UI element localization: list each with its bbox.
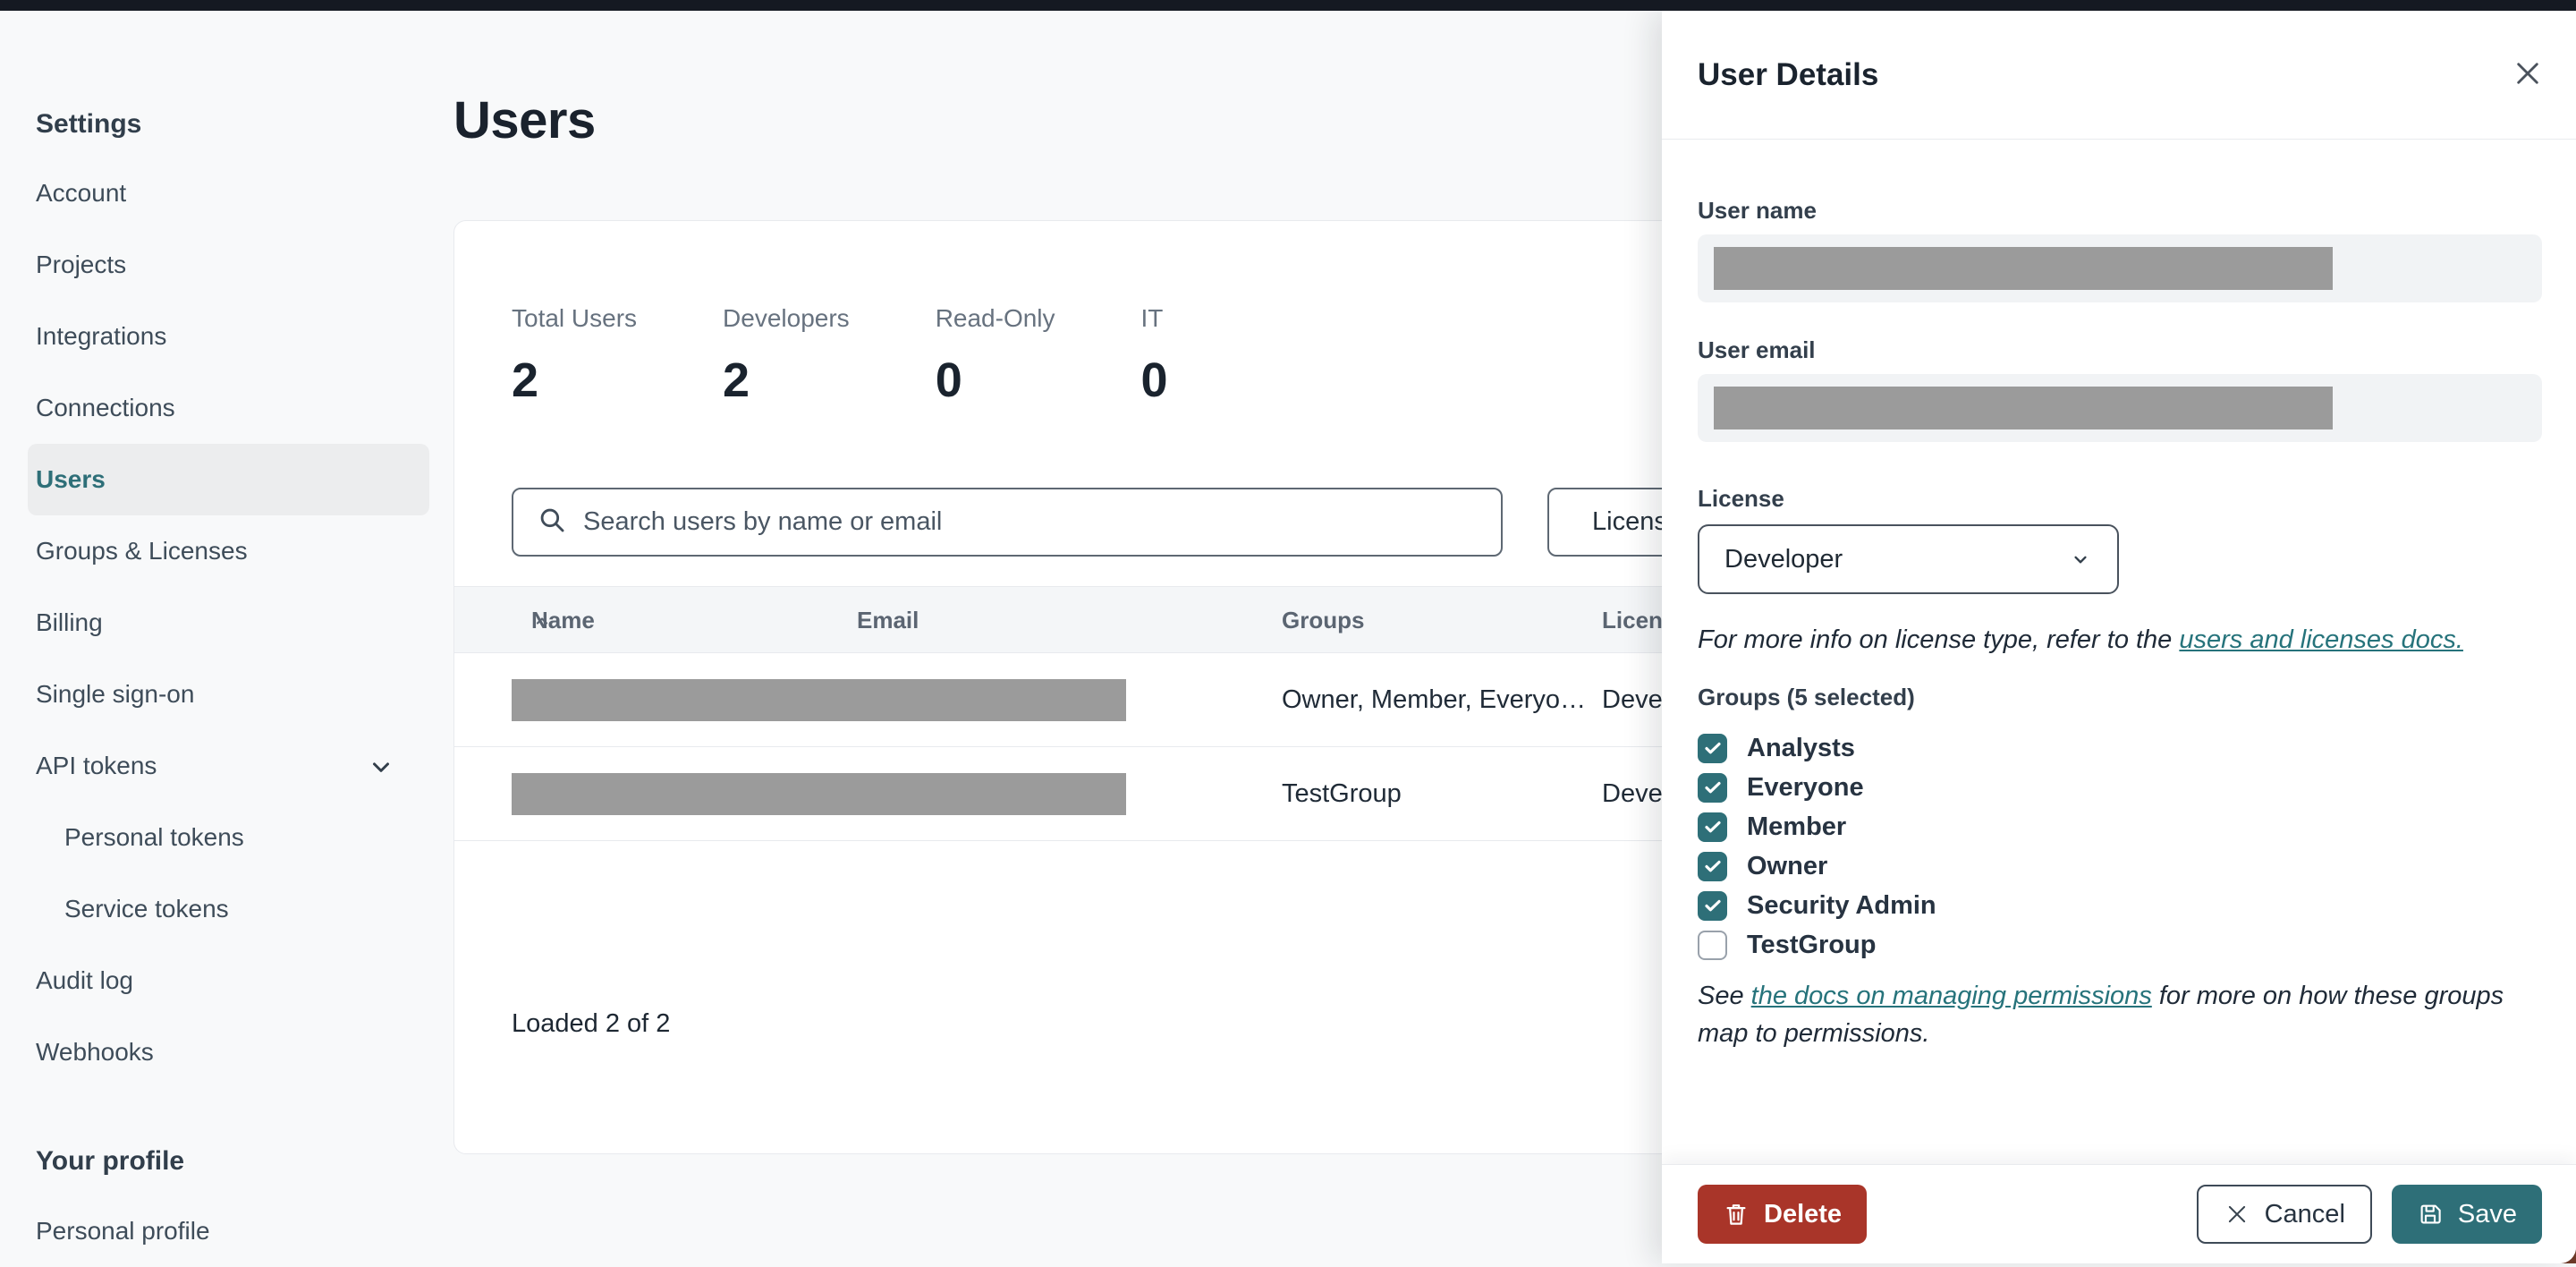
checkbox[interactable] <box>1698 890 1727 921</box>
panel-header: User Details <box>1662 11 2576 140</box>
group-option-member[interactable]: Member <box>1698 807 2542 846</box>
note-text: See <box>1698 982 1751 1010</box>
load-status: Loaded 2 of 2 <box>512 1009 671 1038</box>
sidebar-item-groups-licenses[interactable]: Groups & Licenses <box>28 515 429 587</box>
group-option-everyone[interactable]: Everyone <box>1698 768 2542 807</box>
sidebar-item-audit-log[interactable]: Audit log <box>28 945 429 1016</box>
managing-permissions-docs-link[interactable]: the docs on managing permissions <box>1751 982 2152 1010</box>
cell-groups: TestGroup <box>1282 779 1402 808</box>
redacted-value <box>1714 387 2333 429</box>
group-option-label: Owner <box>1747 851 1828 880</box>
group-option-testgroup[interactable]: TestGroup <box>1698 925 2542 965</box>
user-name-label: User name <box>1698 197 1817 224</box>
stat-value: 0 <box>1140 353 1168 407</box>
redacted-name-email <box>512 773 1126 815</box>
group-option-owner[interactable]: Owner <box>1698 846 2542 886</box>
sidebar-item-integrations[interactable]: Integrations <box>28 301 429 372</box>
checkbox[interactable] <box>1698 733 1727 763</box>
close-icon <box>2228 1205 2245 1223</box>
sidebar-item-account[interactable]: Account <box>28 157 429 229</box>
user-name-input[interactable] <box>1698 234 2542 302</box>
search-users-field[interactable] <box>583 489 1501 555</box>
stat-label: Read-Only <box>935 304 1055 332</box>
group-option-label: Member <box>1747 812 1847 841</box>
stat-total-users: Total Users 2 <box>512 303 637 405</box>
group-option-label: Everyone <box>1747 772 1864 802</box>
column-label: Name <box>531 607 595 634</box>
stat-read-only: Read-Only 0 <box>936 303 1055 405</box>
stat-label: Developers <box>723 304 850 332</box>
group-option-label: Security Admin <box>1747 890 1936 920</box>
search-users-input[interactable] <box>512 488 1503 557</box>
checkbox[interactable] <box>1698 812 1727 842</box>
user-details-panel: User Details User name User email Licens… <box>1662 11 2576 1263</box>
panel-title: User Details <box>1698 56 1879 92</box>
sidebar-item-connections[interactable]: Connections <box>28 372 429 444</box>
sidebar-item-webhooks[interactable]: Webhooks <box>28 1016 429 1088</box>
license-note: For more info on license type, refer to … <box>1698 621 2542 659</box>
top-bar <box>0 0 2576 11</box>
checkbox[interactable] <box>1698 772 1727 803</box>
chevron-down-icon <box>2074 556 2087 564</box>
group-option-analysts[interactable]: Analysts <box>1698 728 2542 768</box>
stat-value: 2 <box>512 353 539 407</box>
column-header-name[interactable]: Name <box>531 587 595 654</box>
sidebar-item-api-tokens[interactable]: API tokens <box>28 730 429 802</box>
groups-label: Groups (5 selected) <box>1698 684 1915 710</box>
redacted-value <box>1714 247 2333 290</box>
cell-groups: Owner, Member, Everyo… <box>1282 685 1587 714</box>
trash-icon <box>1726 1204 1746 1225</box>
button-label: Cancel <box>2264 1199 2345 1229</box>
sidebar-item-single-sign-on[interactable]: Single sign-on <box>28 659 429 730</box>
groups-checkbox-list: Analysts Everyone Member Owner Security … <box>1698 728 2542 965</box>
stat-label: IT <box>1140 304 1164 332</box>
panel-footer: Delete Cancel Save <box>1662 1164 2576 1263</box>
sidebar-section-settings: Settings <box>36 109 142 139</box>
search-icon <box>537 505 567 540</box>
column-header-email[interactable]: Email <box>857 587 919 654</box>
stat-developers: Developers 2 <box>723 303 850 405</box>
user-email-input[interactable] <box>1698 374 2542 442</box>
column-header-groups[interactable]: Groups <box>1282 587 1364 654</box>
settings-sidebar: Settings Account Projects Integrations C… <box>0 11 452 1263</box>
users-licenses-docs-link[interactable]: users and licenses docs. <box>2179 625 2463 654</box>
sidebar-item-users[interactable]: Users <box>28 444 429 515</box>
footer-actions: Cancel Save <box>2196 1185 2542 1244</box>
button-label: Delete <box>1764 1199 1843 1229</box>
license-label: License <box>1698 485 1784 512</box>
checkbox[interactable] <box>1698 851 1727 881</box>
user-email-label: User email <box>1698 336 1816 363</box>
permissions-note: See the docs on managing permissions for… <box>1698 977 2556 1052</box>
checkbox[interactable] <box>1698 930 1727 960</box>
license-select-value: Developer <box>1724 544 1843 574</box>
sidebar-item-personal-tokens[interactable]: Personal tokens <box>28 802 429 873</box>
stat-value: 2 <box>723 353 750 407</box>
sidebar-section-your-profile: Your profile <box>36 1146 185 1176</box>
save-button[interactable]: Save <box>2391 1185 2542 1244</box>
stat-it: IT 0 <box>1141 303 1168 405</box>
button-label: Save <box>2457 1199 2517 1229</box>
close-icon[interactable] <box>2508 55 2547 95</box>
group-option-security-admin[interactable]: Security Admin <box>1698 886 2542 925</box>
delete-button[interactable]: Delete <box>1698 1185 1868 1244</box>
sidebar-item-service-tokens[interactable]: Service tokens <box>28 873 429 945</box>
redacted-name-email <box>512 679 1126 721</box>
note-text: For more info on license type, refer to … <box>1698 625 2180 654</box>
sidebar-item-personal-profile[interactable]: Personal profile <box>28 1195 429 1267</box>
group-option-label: TestGroup <box>1747 930 1877 959</box>
sidebar-item-projects[interactable]: Projects <box>28 229 429 301</box>
group-option-label: Analysts <box>1747 733 1855 762</box>
stat-label: Total Users <box>512 304 638 332</box>
sidebar-item-label: API tokens <box>36 752 157 779</box>
save-icon <box>2420 1204 2441 1224</box>
panel-body: User name User email License Developer F… <box>1662 140 2576 1164</box>
stat-value: 0 <box>935 353 962 407</box>
license-select[interactable]: Developer <box>1698 524 2119 594</box>
sidebar-item-billing[interactable]: Billing <box>28 587 429 659</box>
chevron-down-icon <box>368 753 394 787</box>
cancel-button[interactable]: Cancel <box>2196 1185 2372 1244</box>
settings-nav: Account Projects Integrations Connection… <box>0 157 452 1088</box>
